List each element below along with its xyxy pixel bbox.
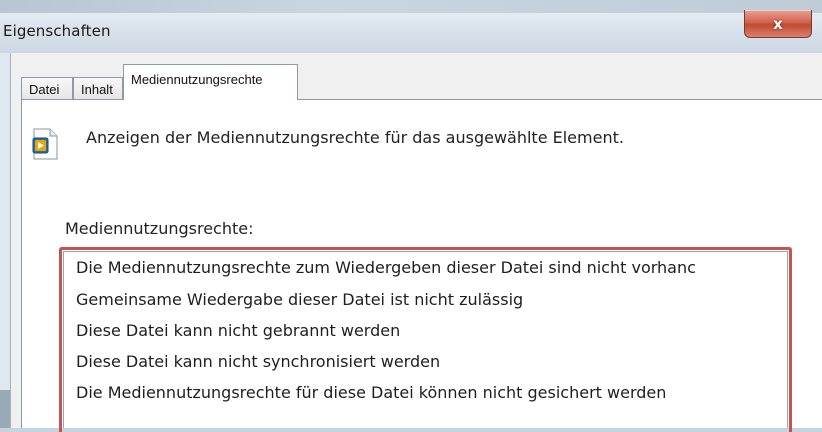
window-edge [0, 390, 10, 428]
highlight-frame [59, 247, 792, 432]
panel-description: Anzeigen der Mediennutzungsrechte für da… [86, 128, 624, 147]
media-file-icon [32, 128, 58, 160]
tab-datei-label: Datei [29, 82, 60, 97]
tab-inhalt[interactable]: Inhalt [73, 77, 123, 99]
tab-inhalt-label: Inhalt [81, 82, 113, 97]
close-icon: x [773, 14, 783, 33]
window-title: Eigenschaften [3, 22, 111, 40]
close-button[interactable]: x [744, 10, 812, 38]
tab-mediennutzungsrechte-label: Mediennutzungsrechte [131, 72, 263, 87]
tab-datei[interactable]: Datei [21, 77, 73, 99]
rights-list-label: Mediennutzungsrechte: [65, 219, 254, 238]
tab-mediennutzungsrechte[interactable]: Mediennutzungsrechte [123, 64, 298, 100]
title-bar[interactable]: Eigenschaften x [0, 10, 822, 53]
